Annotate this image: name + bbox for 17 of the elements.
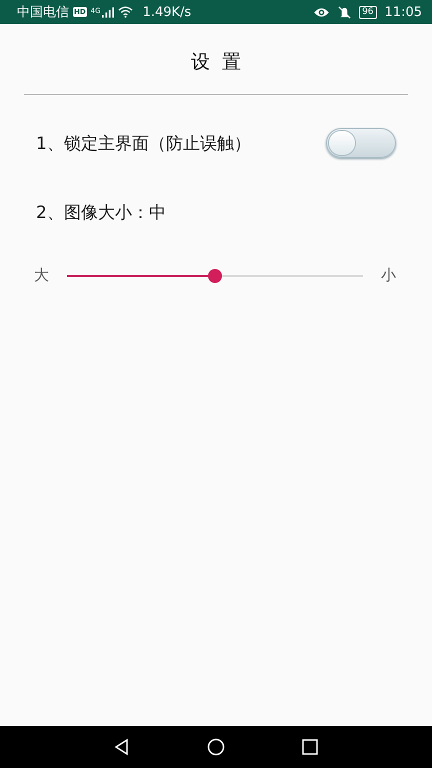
setting-label: 1、锁定主界面（防止误触）: [36, 132, 251, 154]
page-title: 设 置: [190, 50, 242, 75]
eye-icon: [313, 6, 330, 18]
battery-indicator: 96: [359, 6, 377, 18]
recent-apps-icon[interactable]: [300, 737, 320, 757]
clock-time: 11:05: [384, 4, 422, 20]
toggle-switch[interactable]: [326, 128, 396, 158]
wifi-icon: [118, 6, 133, 18]
signal-icon: [102, 6, 114, 18]
setting-label: 2、图像大小：中: [36, 202, 167, 224]
carrier-name: 中国电信: [17, 4, 69, 21]
network-speed: 1.49K/s: [142, 4, 192, 20]
muted-bell-icon: [338, 6, 352, 18]
slider-thumb[interactable]: [208, 268, 222, 282]
home-icon[interactable]: [206, 737, 226, 757]
slider-max-label: 小: [381, 266, 396, 285]
slider-min-label: 大: [34, 266, 49, 285]
